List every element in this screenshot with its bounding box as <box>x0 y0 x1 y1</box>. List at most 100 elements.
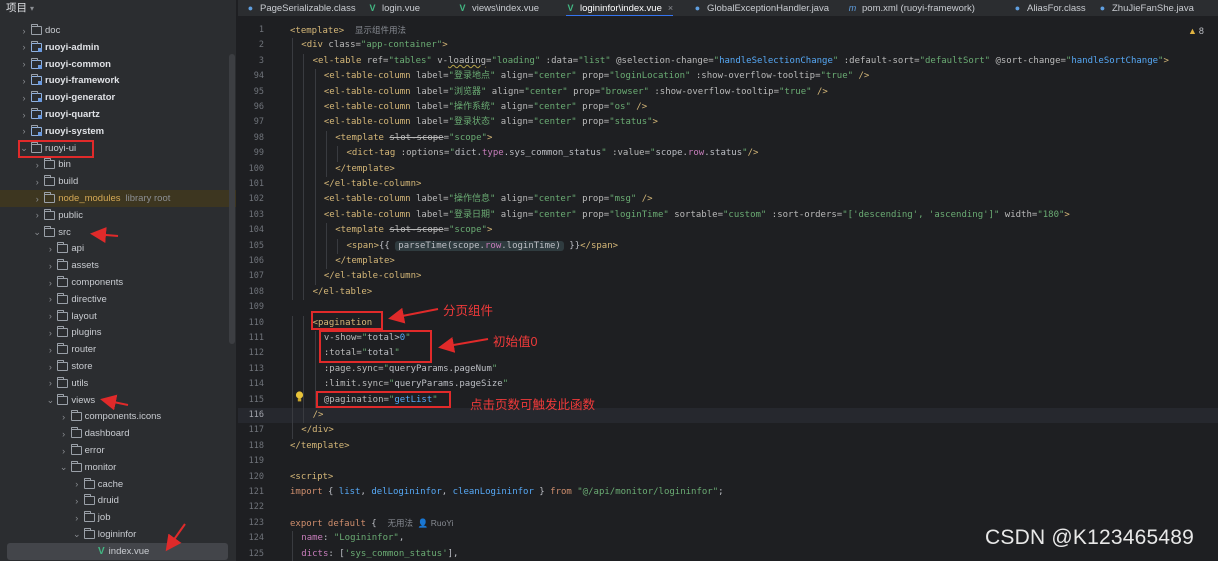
chevron-right-icon[interactable]: › <box>71 513 83 523</box>
project-panel-title[interactable]: 项目 ▾ <box>6 0 34 16</box>
tree-item-bin[interactable]: › bin <box>0 156 236 173</box>
chevron-right-icon[interactable]: › <box>31 210 43 220</box>
code-line[interactable]: name: "Logininfor", <box>301 531 404 546</box>
code-line[interactable]: <template slot-scope="scope"> <box>335 223 492 238</box>
code-line[interactable]: </template> <box>335 162 395 177</box>
tab-login-vue[interactable]: Vlogin.vue <box>368 0 420 16</box>
chevron-down-icon[interactable]: ⌄ <box>31 227 43 238</box>
code-line[interactable]: </el-table-column> <box>324 177 422 192</box>
chevron-right-icon[interactable]: › <box>18 93 30 103</box>
code-line[interactable]: dicts: ['sys_common_status'], <box>301 547 458 561</box>
chevron-right-icon[interactable]: › <box>58 429 70 439</box>
tree-item-directive[interactable]: › directive <box>0 291 236 308</box>
chevron-right-icon[interactable]: › <box>18 76 30 86</box>
warnings-indicator[interactable]: ▲ 8 <box>1188 26 1204 36</box>
chevron-right-icon[interactable]: › <box>44 345 56 355</box>
code-line[interactable]: <el-table-column label="登录状态" align="cen… <box>324 115 658 130</box>
chevron-down-icon[interactable]: ⌄ <box>58 462 70 473</box>
chevron-right-icon[interactable]: › <box>18 110 30 120</box>
code-line[interactable]: <el-table-column label="登录地点" align="cen… <box>324 69 869 84</box>
tree-item-monitor[interactable]: ⌄ monitor <box>0 459 236 476</box>
chevron-right-icon[interactable]: › <box>31 194 43 204</box>
code-line[interactable]: </el-table> <box>313 285 373 300</box>
chevron-right-icon[interactable]: › <box>58 412 70 422</box>
code-line[interactable]: <el-table ref="tables" v-loading="loadin… <box>313 54 1169 69</box>
tree-item-components-icons[interactable]: › components.icons <box>0 408 236 425</box>
code-area[interactable]: <template> 显示组件用法 <div class="app-contain… <box>290 18 1218 561</box>
chevron-right-icon[interactable]: › <box>31 177 43 187</box>
tree-item-ruoyi-common[interactable]: › ruoyi-common <box>0 56 236 73</box>
tree-item-store[interactable]: › store <box>0 358 236 375</box>
tree-item-logininfor[interactable]: ⌄ logininfor <box>0 526 236 543</box>
tree-item-ruoyi-generator[interactable]: › ruoyi-generator <box>0 89 236 106</box>
code-line[interactable]: <span>{{ parseTime(scope.row.loginTime) … <box>347 239 618 254</box>
tab-aliasfor-class[interactable]: ● AliasFor.class <box>1013 0 1086 16</box>
chevron-right-icon[interactable]: › <box>58 446 70 456</box>
tree-item-cache[interactable]: › cache <box>0 476 236 493</box>
chevron-right-icon[interactable]: › <box>31 160 43 170</box>
project-scrollbar[interactable] <box>229 54 235 344</box>
tab-views-index-vue[interactable]: Vviews\index.vue <box>458 0 539 16</box>
chevron-down-icon[interactable]: ⌄ <box>44 395 56 406</box>
chevron-right-icon[interactable]: › <box>44 278 56 288</box>
chevron-right-icon[interactable]: › <box>44 328 56 338</box>
code-line[interactable]: <el-table-column label="操作系统" align="cen… <box>324 100 647 115</box>
tree-item-error[interactable]: › error <box>0 442 236 459</box>
tree-item-build[interactable]: › build <box>0 173 236 190</box>
code-line[interactable]: </el-table-column> <box>324 269 422 284</box>
tab-globalexceptionhandler-java[interactable]: ● GlobalExceptionHandler.java <box>693 0 829 16</box>
tree-item-druid[interactable]: › druid <box>0 492 236 509</box>
tab-pom-xml-ruoyi-framework-[interactable]: m pom.xml (ruoyi-framework) <box>848 0 975 16</box>
tab-pageserializable-class[interactable]: ● PageSerializable.class <box>246 0 356 16</box>
tree-item-node-modules[interactable]: › node_modules library root <box>0 190 236 207</box>
close-icon[interactable]: × <box>668 3 673 13</box>
chevron-right-icon[interactable]: › <box>44 311 56 321</box>
tree-item-views[interactable]: ⌄ views <box>0 392 236 409</box>
code-line[interactable]: <el-table-column label="浏览器" align="cent… <box>324 85 828 100</box>
code-line[interactable]: <template slot-scope="scope"> <box>335 131 492 146</box>
chevron-down-icon[interactable]: ⌄ <box>71 529 83 540</box>
code-line[interactable]: <el-table-column label="操作信息" align="cen… <box>324 192 653 207</box>
tree-item-src[interactable]: ⌄ src <box>0 224 236 241</box>
chevron-right-icon[interactable]: › <box>44 294 56 304</box>
chevron-right-icon[interactable]: › <box>71 479 83 489</box>
tab-logininfor-index-vue[interactable]: Vlogininfor\index.vue × <box>566 0 674 16</box>
tree-item-components[interactable]: › components <box>0 274 236 291</box>
code-line[interactable]: </template> <box>290 439 350 454</box>
tree-item-ruoyi-framework[interactable]: › ruoyi-framework <box>0 72 236 89</box>
tree-item-doc[interactable]: › doc <box>0 22 236 39</box>
tree-item-router[interactable]: › router <box>0 341 236 358</box>
chevron-right-icon[interactable]: › <box>71 496 83 506</box>
tree-item-ruoyi-quartz[interactable]: › ruoyi-quartz <box>0 106 236 123</box>
code-line[interactable]: </div> <box>301 423 334 438</box>
tree-item-job[interactable]: › job <box>0 509 236 526</box>
code-line[interactable]: <el-table-column label="登录日期" align="cen… <box>324 208 1070 223</box>
chevron-right-icon[interactable]: › <box>44 261 56 271</box>
tree-item-utils[interactable]: › utils <box>0 375 236 392</box>
code-line[interactable]: </template> <box>335 254 395 269</box>
code-line[interactable]: export default { 无用法 👤 RuoYi <box>290 516 454 531</box>
code-line[interactable]: import { list, delLogininfor, cleanLogin… <box>290 485 724 500</box>
tree-item-assets[interactable]: › assets <box>0 257 236 274</box>
code-line[interactable]: :page.sync="queryParams.pageNum" <box>324 362 497 377</box>
tree-item-dashboard[interactable]: › dashboard <box>0 425 236 442</box>
code-line[interactable]: <script> <box>290 470 333 485</box>
chevron-right-icon[interactable]: › <box>18 59 30 69</box>
tree-item-index-vue[interactable]: Vindex.vue <box>7 542 228 560</box>
tree-item-ruoyi-admin[interactable]: › ruoyi-admin <box>0 39 236 56</box>
chevron-right-icon[interactable]: › <box>18 126 30 136</box>
tree-item-api[interactable]: › api <box>0 240 236 257</box>
tree-item-layout[interactable]: › layout <box>0 308 236 325</box>
code-line[interactable]: <dict-tag :options="dict.type.sys_common… <box>347 146 759 161</box>
chevron-right-icon[interactable]: › <box>44 362 56 372</box>
tree-item-ruoyi-system[interactable]: › ruoyi-system <box>0 123 236 140</box>
tab-zhujiefanshe-java[interactable]: ● ZhuJieFanShe.java <box>1098 0 1194 16</box>
chevron-right-icon[interactable]: › <box>44 378 56 388</box>
tree-item-public[interactable]: › public <box>0 207 236 224</box>
code-line[interactable]: <div class="app-container"> <box>301 38 447 53</box>
code-editor[interactable]: 1 2 3 94 95 96 97 98 99 100 101 102 103 104 105 106 107 1… <box>238 18 1218 561</box>
chevron-right-icon[interactable]: › <box>18 26 30 36</box>
tree-item-plugins[interactable]: › plugins <box>0 324 236 341</box>
lightbulb-icon[interactable] <box>295 391 304 403</box>
code-line[interactable]: <template> 显示组件用法 <box>290 23 406 38</box>
